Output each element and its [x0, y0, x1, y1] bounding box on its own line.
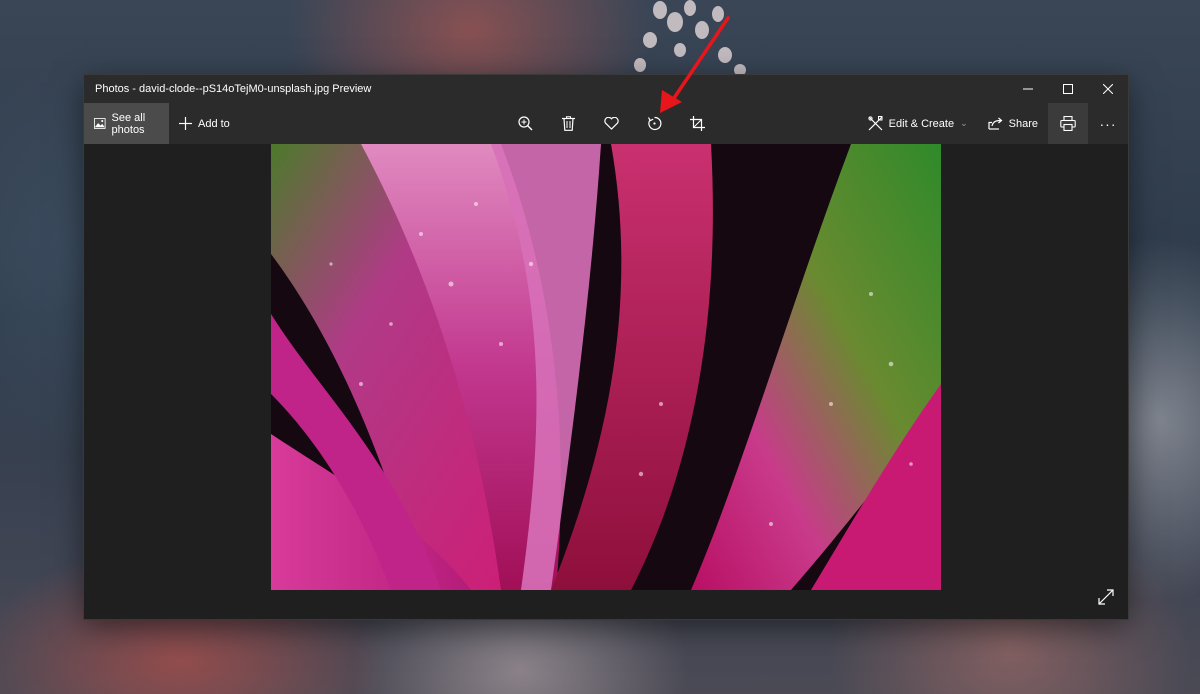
- rotate-icon: [647, 116, 662, 131]
- zoom-button[interactable]: [504, 103, 547, 144]
- maximize-button[interactable]: [1048, 75, 1088, 103]
- gallery-icon: [94, 118, 106, 129]
- more-options-button[interactable]: ···: [1088, 103, 1128, 144]
- edit-create-icon: [868, 116, 883, 131]
- window-title: Photos - david-clode--pS14oTejM0-unsplas…: [95, 83, 372, 95]
- add-to-button[interactable]: Add to: [169, 103, 240, 144]
- see-all-photos-label: See all photos: [111, 111, 146, 136]
- heart-icon: [604, 117, 619, 130]
- edit-create-button[interactable]: Edit & Create ⌄: [858, 103, 978, 144]
- print-icon: [1060, 116, 1076, 131]
- rotate-button[interactable]: [633, 103, 676, 144]
- photo-preview: [271, 144, 941, 590]
- delete-button[interactable]: [547, 103, 590, 144]
- window-controls: [1008, 75, 1128, 103]
- share-button[interactable]: Share: [978, 103, 1048, 144]
- see-all-photos-button[interactable]: See all photos: [84, 103, 169, 144]
- add-to-label: Add to: [198, 117, 230, 130]
- fullscreen-button[interactable]: [1094, 585, 1118, 609]
- right-tools: Edit & Create ⌄ Share ···: [858, 103, 1128, 144]
- trash-icon: [562, 116, 575, 131]
- minimize-button[interactable]: [1008, 75, 1048, 103]
- toolbar: See all photos Add to Edit & Create ⌄ Sh…: [84, 103, 1128, 144]
- edit-create-label: Edit & Create: [888, 117, 955, 130]
- expand-icon: [1098, 589, 1114, 605]
- maximize-icon: [1063, 84, 1073, 94]
- image-tools: [504, 103, 719, 144]
- plus-icon: [179, 117, 192, 130]
- share-label: Share: [1008, 117, 1038, 130]
- background-flowers: [634, 0, 746, 76]
- print-button[interactable]: [1048, 103, 1088, 144]
- share-icon: [988, 117, 1003, 130]
- favorite-button[interactable]: [590, 103, 633, 144]
- minimize-icon: [1023, 88, 1033, 90]
- close-button[interactable]: [1088, 75, 1128, 103]
- more-options-icon: ···: [1099, 115, 1117, 132]
- title-bar: Photos - david-clode--pS14oTejM0-unsplas…: [84, 75, 1128, 103]
- photos-window: Photos - david-clode--pS14oTejM0-unsplas…: [84, 75, 1128, 619]
- zoom-in-icon: [518, 116, 533, 131]
- chevron-down-icon: ⌄: [960, 118, 968, 128]
- close-icon: [1103, 84, 1113, 94]
- crop-button[interactable]: [676, 103, 719, 144]
- crop-icon: [690, 116, 705, 131]
